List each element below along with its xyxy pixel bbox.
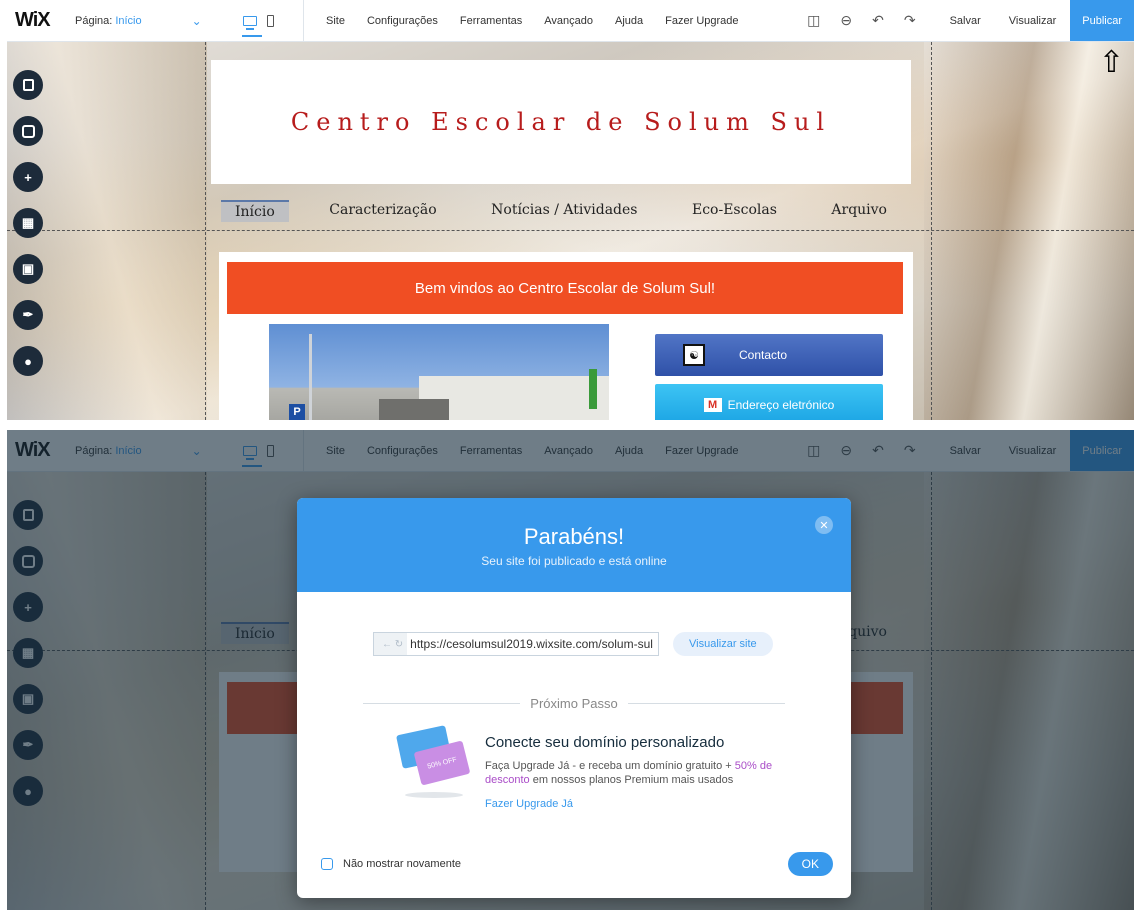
pen-icon[interactable]: ✒ — [13, 300, 43, 330]
dont-show-checkbox[interactable] — [321, 858, 333, 870]
save-button[interactable]: Salvar — [936, 15, 995, 27]
browser-nav-icon: ← ↻ — [382, 638, 404, 650]
dialog-footer: Não mostrar novamente OK — [321, 852, 833, 876]
editor-stage: + ▦ ▣ ✒ ● Centro Escolar de Solum Sul In… — [7, 42, 1134, 420]
dialog-title: Parabéns! — [523, 524, 625, 549]
ok-button[interactable]: OK — [787, 852, 833, 876]
dont-show-again[interactable]: Não mostrar novamente — [321, 858, 461, 870]
toolbar-icons: ◫ ⊖ ↶ ↷ — [807, 12, 915, 29]
school-photo: P — [269, 324, 609, 420]
divider — [303, 0, 304, 42]
dont-show-label: Não mostrar novamente — [343, 858, 461, 870]
gmail-icon: M — [703, 398, 722, 412]
redo-icon[interactable]: ↷ — [904, 12, 916, 29]
zoom-out-icon[interactable]: ⊖ — [840, 12, 852, 29]
publish-success-dialog: Parabéns! Seu site foi publicado e está … — [297, 498, 851, 898]
device-switcher — [242, 14, 303, 37]
view-site-button[interactable]: Visualizar site — [673, 632, 773, 656]
editor-screenshot-before: WiX Página: Início ⌄ Site Configurações … — [7, 0, 1134, 420]
site-nav: Início Caracterização Notícias / Ativida… — [211, 200, 911, 222]
main-menu: Site Configurações Ferramentas Avançado … — [326, 15, 807, 27]
site-header: Centro Escolar de Solum Sul — [211, 60, 911, 184]
nav-item-characterization[interactable]: Caracterização — [315, 200, 450, 222]
dialog-subtitle: Seu site foi publicado e está online — [481, 554, 667, 568]
add-icon[interactable]: + — [13, 162, 43, 192]
domain-promo: Conecte seu domínio personalizado Faça U… — [485, 734, 785, 810]
menu-item-settings[interactable]: Configurações — [367, 15, 438, 27]
desktop-icon[interactable] — [242, 15, 262, 37]
chevron-down-icon: ⌄ — [191, 13, 202, 28]
menu-item-tools[interactable]: Ferramentas — [460, 15, 522, 27]
parking-sign: P — [289, 404, 305, 420]
welcome-banner: Bem vindos ao Centro Escolar de Solum Su… — [227, 262, 903, 314]
preview-button[interactable]: Visualizar — [995, 15, 1071, 27]
promo-title: Conecte seu domínio personalizado — [485, 734, 725, 751]
page-selector[interactable]: Página: Início ⌄ — [75, 14, 235, 28]
editor-screenshot-after: WiX Página: Início ⌄ Site Configurações … — [7, 430, 1134, 910]
gridline — [7, 230, 1134, 231]
dialog-header: Parabéns! Seu site foi publicado e está … — [297, 498, 851, 592]
mobile-icon[interactable] — [267, 14, 274, 27]
menu-item-upgrade[interactable]: Fazer Upgrade — [665, 15, 738, 27]
chat-icon[interactable]: ● — [13, 346, 43, 376]
site-content: Bem vindos ao Centro Escolar de Solum Su… — [219, 252, 913, 420]
page-selector-value: Início — [115, 14, 142, 27]
layers-icon[interactable]: ◫ — [807, 12, 820, 29]
menu-item-advanced[interactable]: Avançado — [544, 15, 593, 27]
nav-item-home[interactable]: Início — [221, 200, 289, 222]
background-icon[interactable] — [13, 116, 43, 146]
email-button[interactable]: M Endereço eletrónico — [655, 384, 883, 420]
apps-icon[interactable]: ▦ — [13, 208, 43, 238]
contact-button[interactable]: ☯ Contacto — [655, 334, 883, 376]
promo-desc-part2: em nossos planos Premium mais usados — [532, 774, 734, 787]
nav-item-news[interactable]: Notícias / Atividades — [477, 200, 651, 222]
site-url-row: ← ↻ https://cesolumsul2019.wixsite.com/s… — [373, 632, 773, 656]
site-url-text: https://cesolumsul2019.wixsite.com/solum… — [407, 633, 658, 655]
next-step-label: Próximo Passo — [530, 696, 618, 711]
gridline — [931, 42, 932, 420]
wix-logo: WiX — [15, 9, 51, 31]
email-button-label: Endereço eletrónico — [727, 398, 835, 412]
media-icon[interactable]: ▣ — [13, 254, 43, 284]
undo-icon[interactable]: ↶ — [872, 12, 884, 29]
upgrade-now-link[interactable]: Fazer Upgrade Já — [485, 798, 785, 810]
publish-button[interactable]: Publicar — [1070, 0, 1134, 41]
nav-item-archive[interactable]: Arquivo — [817, 200, 901, 222]
contact-button-label: Contacto — [739, 348, 788, 362]
topbar-actions: Salvar Visualizar Publicar — [936, 0, 1134, 41]
pages-icon[interactable] — [13, 70, 43, 100]
page-selector-label: Página: — [75, 14, 113, 27]
coupon-illustration: 50% OFF — [393, 725, 473, 802]
add-panel-sidebar: + ▦ ▣ ✒ ● — [13, 70, 43, 376]
menu-item-site[interactable]: Site — [326, 15, 345, 27]
gridline — [205, 42, 206, 420]
promo-desc-part1: Faça Upgrade Já - e receba um domínio gr… — [485, 760, 732, 772]
promo-description: Faça Upgrade Já - e receba um domínio gr… — [485, 759, 785, 788]
close-icon[interactable]: ✕ — [815, 516, 833, 534]
site-url-field[interactable]: ← ↻ https://cesolumsul2019.wixsite.com/s… — [373, 632, 659, 656]
site-title: Centro Escolar de Solum Sul — [290, 108, 832, 136]
editor-topbar: WiX Página: Início ⌄ Site Configurações … — [7, 0, 1134, 42]
menu-item-help[interactable]: Ajuda — [615, 15, 643, 27]
arrow-up-icon: ⇧ — [1098, 46, 1124, 79]
next-step-divider: Próximo Passo — [363, 696, 786, 711]
contact-book-icon: ☯ — [683, 344, 705, 366]
nav-item-eco-schools[interactable]: Eco-Escolas — [678, 200, 791, 222]
